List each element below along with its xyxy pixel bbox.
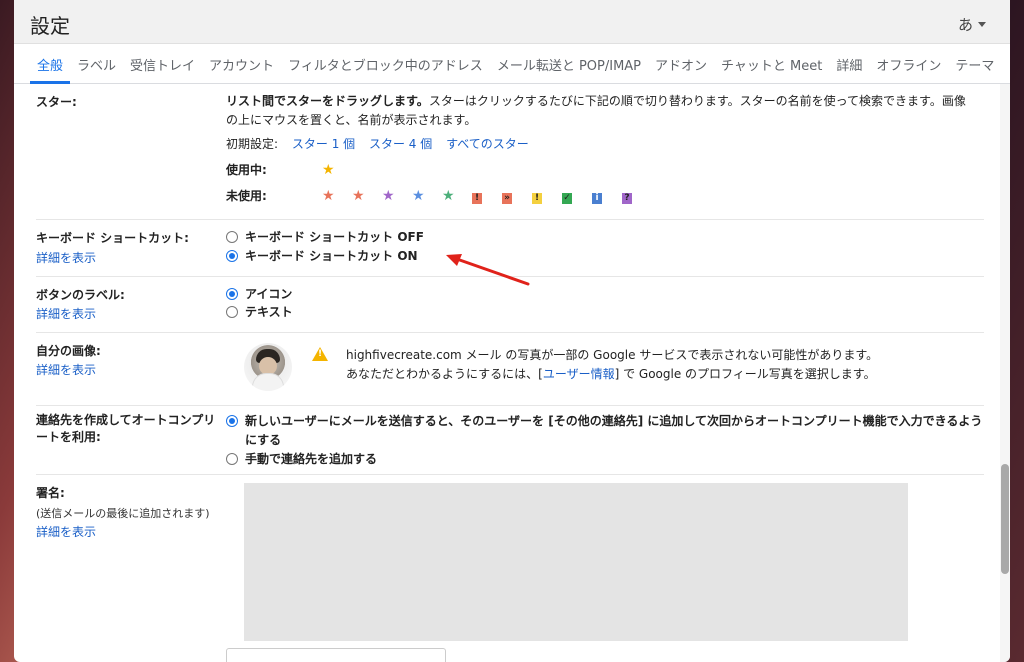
presets-label: 初期設定:: [226, 137, 279, 151]
autocomplete-manual-option[interactable]: 手動で連絡先を追加する: [226, 450, 377, 469]
tab-offline[interactable]: オフライン: [869, 44, 948, 84]
picture-line2-pre: あなただとわかるようにするには、[: [346, 367, 543, 381]
annotation-arrow-icon: [446, 254, 530, 286]
icons-option-label: アイコン: [245, 287, 293, 301]
picture-learn-more-link[interactable]: 詳細を表示: [36, 361, 96, 378]
scrollbar-thumb[interactable]: [1001, 464, 1009, 574]
picture-warning-line1: highfivecreate.com メール の写真が一部の Google サー…: [346, 348, 879, 362]
stars-description: リスト間でスターをドラッグします。スターはクリックするたびに下記の順で切り替わり…: [226, 92, 966, 130]
red-bang-icon[interactable]: !: [472, 193, 482, 204]
stars-desc-bold: リスト間でスターをドラッグします。: [226, 94, 429, 108]
preset-1-star-link[interactable]: スター 1 個: [292, 137, 355, 151]
in-use-label: 使用中:: [226, 163, 267, 177]
my-picture-setting: 自分の画像: 詳細を表示 highfivecreate.com メール の写真が…: [36, 333, 984, 406]
autocomplete-label: 連絡先を作成してオートコンプリートを利用:: [36, 413, 216, 444]
tab-addons[interactable]: アドオン: [648, 44, 714, 84]
stars-label: スター:: [36, 95, 77, 109]
signature-sublabel: (送信メールの最後に追加されます): [36, 507, 210, 520]
autocomplete-auto-option[interactable]: 新しいユーザーにメールを送信すると、そのユーザーを [その他の連絡先] に追加し…: [226, 412, 986, 450]
tab-filters[interactable]: フィルタとブロック中のアドレス: [281, 44, 490, 84]
shortcuts-off-option[interactable]: キーボード ショートカット OFF: [226, 228, 424, 247]
button-labels-icon-option[interactable]: アイコン: [226, 285, 292, 304]
picture-line2-post: ] で Google のプロフィール写真を選択します。: [614, 367, 876, 381]
shortcuts-label: キーボード ショートカット:: [36, 231, 189, 245]
icons-radio[interactable]: [226, 288, 238, 300]
stars-setting: スター: リスト間でスターをドラッグします。スターはクリックするたびに下記の順で…: [36, 84, 984, 220]
warning-icon: [312, 347, 328, 361]
settings-content: スター: リスト間でスターをドラッグします。スターはクリックするたびに下記の順で…: [14, 84, 1010, 662]
picture-warning-text: highfivecreate.com メール の写真が一部の Google サー…: [346, 346, 946, 384]
in-use-stars: ★: [322, 161, 352, 180]
purple-question-icon[interactable]: ?: [622, 193, 632, 204]
signature-learn-more-link[interactable]: 詳細を表示: [36, 523, 96, 540]
create-signature-area[interactable]: [226, 648, 446, 662]
signature-label: 署名:: [36, 486, 65, 500]
page-title: 設定: [30, 14, 70, 38]
unused-stars: ★ ★ ★ ★ ★!»! ✓ i?: [322, 187, 652, 206]
signature-setting: 署名: (送信メールの最後に追加されます) 詳細を表示: [36, 475, 984, 662]
orange-guillemet-icon[interactable]: »: [502, 193, 512, 204]
avatar-body: [252, 373, 284, 391]
tab-themes[interactable]: テーマ: [948, 44, 1001, 84]
shortcuts-on-label: キーボード ショートカット ON: [245, 249, 418, 263]
autocomplete-auto-radio[interactable]: [226, 415, 238, 427]
autocomplete-manual-radio[interactable]: [226, 453, 238, 465]
tab-advanced[interactable]: 詳細: [829, 44, 869, 84]
button-labels-learn-more-link[interactable]: 詳細を表示: [36, 305, 96, 322]
scrollbar-track[interactable]: [1000, 84, 1010, 662]
tab-inbox[interactable]: 受信トレイ: [123, 44, 202, 84]
star-red-icon[interactable]: ★: [322, 187, 352, 206]
star-purple-icon[interactable]: ★: [382, 187, 412, 206]
shortcuts-on-option[interactable]: キーボード ショートカット ON: [226, 247, 418, 266]
text-option-label: テキスト: [245, 305, 293, 319]
shortcuts-on-radio[interactable]: [226, 250, 238, 262]
autocomplete-setting: 連絡先を作成してオートコンプリートを利用: 新しいユーザーにメールを送信すると、…: [36, 406, 984, 475]
autocomplete-auto-label: 新しいユーザーにメールを送信すると、そのユーザーを [その他の連絡先] に追加し…: [245, 414, 983, 447]
star-yellow-icon[interactable]: ★: [322, 161, 352, 180]
yellow-bang-icon[interactable]: !: [532, 193, 542, 204]
shortcuts-off-label: キーボード ショートカット OFF: [245, 230, 424, 244]
autocomplete-manual-label: 手動で連絡先を追加する: [245, 452, 378, 466]
tab-accounts[interactable]: アカウント: [202, 44, 281, 84]
shortcuts-off-radio[interactable]: [226, 231, 238, 243]
star-blue-icon[interactable]: ★: [412, 187, 442, 206]
star-orange-icon[interactable]: ★: [352, 187, 382, 206]
tab-labels[interactable]: ラベル: [70, 44, 123, 84]
text-radio[interactable]: [226, 306, 238, 318]
picture-warning-line2: あなただとわかるようにするには、[ユーザー情報] で Google のプロフィー…: [346, 365, 946, 384]
input-method-label: あ: [957, 16, 973, 34]
profile-avatar[interactable]: [244, 343, 292, 391]
unused-label: 未使用:: [226, 189, 267, 203]
input-method-menu[interactable]: あ: [958, 14, 986, 35]
tab-general[interactable]: 全般: [30, 44, 71, 84]
star-green-icon[interactable]: ★: [442, 187, 472, 206]
settings-tabs: 全般 ラベル 受信トレイ アカウント フィルタとブロック中のアドレス メール転送…: [14, 44, 1010, 84]
settings-window: 設定 あ 全般 ラベル 受信トレイ アカウント フィルタとブロック中のアドレス …: [14, 0, 1010, 662]
tab-chat-meet[interactable]: チャットと Meet: [714, 44, 829, 84]
shortcuts-learn-more-link[interactable]: 詳細を表示: [36, 249, 96, 266]
button-labels-label: ボタンのラベル:: [36, 288, 125, 302]
preset-all-stars-link[interactable]: すべてのスター: [446, 137, 529, 151]
chevron-down-icon: [978, 22, 986, 27]
picture-label: 自分の画像:: [36, 344, 101, 358]
tab-forwarding[interactable]: メール転送と POP/IMAP: [490, 44, 648, 84]
settings-header: 設定 あ: [14, 0, 1010, 44]
stars-presets: 初期設定: スター 1 個 スター 4 個 すべてのスター: [226, 135, 529, 154]
preset-4-stars-link[interactable]: スター 4 個: [369, 137, 432, 151]
blue-info-icon[interactable]: i: [592, 193, 602, 204]
green-check-icon[interactable]: ✓: [562, 193, 572, 204]
signature-list-area[interactable]: [244, 483, 908, 641]
button-labels-text-option[interactable]: テキスト: [226, 303, 293, 322]
about-me-link[interactable]: ユーザー情報: [543, 367, 615, 381]
